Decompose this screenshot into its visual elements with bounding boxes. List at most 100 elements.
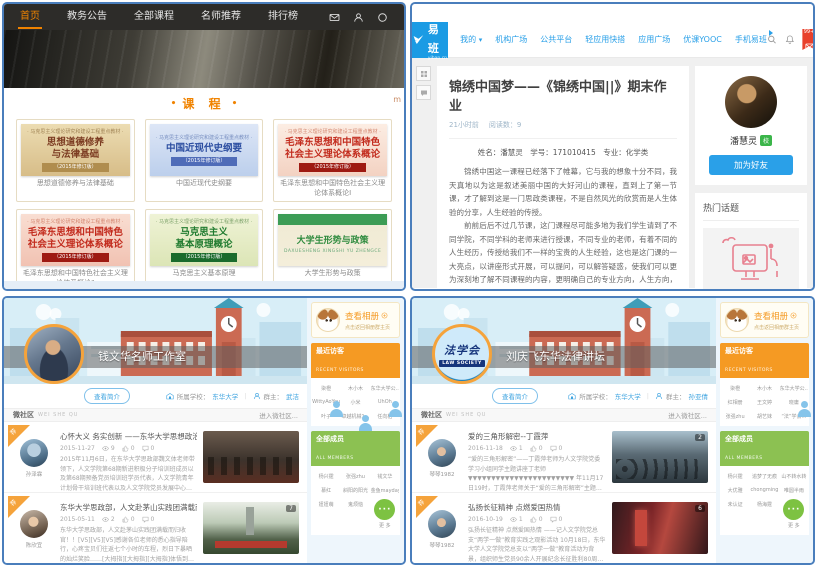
comments-icon[interactable] — [142, 445, 149, 452]
nav-item-announcements[interactable]: 教务公告 — [67, 4, 107, 30]
nav-item-home[interactable]: 首页 — [20, 4, 40, 30]
visitor-item[interactable]: 王文婷 — [750, 397, 778, 406]
comments-icon[interactable] — [142, 516, 149, 523]
course-card[interactable]: · 马克思主义理论研究和建设工程重点教材 · 思想道德修养 与法律基础 （201… — [16, 119, 135, 202]
view-intro-button[interactable]: 查看简介 — [84, 388, 130, 404]
cover-edition: （2015年修订版） — [171, 253, 238, 262]
post-photo[interactable]: 7 — [203, 502, 299, 554]
school-link[interactable]: 东华大学 — [212, 391, 238, 401]
comments-toggle-icon[interactable] — [416, 85, 431, 100]
member-item[interactable]: 妞妞萌 — [312, 499, 340, 529]
enter-community-link[interactable]: 进入微社区... — [259, 410, 298, 420]
member-item[interactable]: 慕红 — [312, 485, 340, 494]
member-item[interactable]: 山不转水转 — [780, 471, 808, 480]
visitor-item[interactable]: 东华大学公... — [780, 383, 808, 392]
course-cover: · 马克思主义理论研究和建设工程重点教材 · 马克思主义 基本原理概论 （201… — [150, 214, 259, 266]
member-item[interactable]: 钱文华 — [371, 471, 399, 480]
view-intro-button[interactable]: 查看简介 — [492, 388, 538, 404]
post-photo[interactable]: 2 — [612, 431, 708, 483]
nav-item-yooc[interactable]: 优课YOOC — [683, 34, 722, 45]
member-item[interactable]: 唯圆半雨 — [780, 485, 808, 494]
member-item[interactable]: 大优雅 — [721, 485, 749, 494]
more-members-item[interactable]: ···更 多 — [780, 499, 808, 529]
visitor-item[interactable]: 木小木 — [750, 383, 778, 392]
visitor-item[interactable]: 小米 — [341, 397, 369, 406]
member-item[interactable]: 追梦了无痕 — [750, 471, 778, 480]
group-avatar[interactable]: 法学会 LAW SOCIETY — [432, 324, 492, 384]
post-title-link[interactable]: 东华大学思政部，人文赴茅山实践团满载而归收官！！ — [60, 502, 197, 513]
add-friend-button[interactable]: 加为好友 — [709, 155, 793, 175]
likes-icon[interactable] — [530, 445, 537, 452]
messages-ribbon-icon[interactable]: 99+ — [802, 29, 815, 50]
owner-link[interactable]: 孙亚倩 — [689, 391, 709, 401]
group-avatar[interactable] — [24, 324, 84, 384]
member-item[interactable]: 金鱼mayday — [371, 485, 399, 494]
nav-item-lightapp[interactable]: 轻应用快搭 — [585, 34, 625, 45]
member-item[interactable]: 未认证 — [721, 499, 749, 529]
visitor-item[interactable]: 胡艺妹 — [750, 411, 778, 420]
post-photo[interactable] — [203, 431, 299, 483]
member-item[interactable]: 杨海霆 — [750, 499, 778, 529]
member-item[interactable]: 杨兴霆 — [721, 471, 749, 480]
visitor-item[interactable]: 卓越机械1... — [341, 411, 369, 420]
views-icon — [102, 516, 109, 523]
post-time: 21小时前 — [449, 120, 479, 130]
visitor-item[interactable]: 木小木 — [341, 383, 369, 392]
member-item[interactable]: 斜阳的阳光 — [341, 485, 369, 494]
nav-item-teachers[interactable]: 名师推荐 — [201, 4, 241, 30]
visitor-item[interactable]: 晓庸 — [780, 397, 808, 406]
nav-item-app-plaza[interactable]: 应用广场 — [638, 34, 670, 45]
poster-name: 孙泽霖 — [12, 470, 56, 478]
course-card[interactable]: · 马克思主义理论研究和建设工程重点教材 · 马克思主义 基本原理概论 （201… — [145, 209, 264, 291]
visitor-item[interactable]: 柒橙 — [312, 383, 340, 392]
nav-item-mobile-yiban[interactable]: 手机易班 — [735, 34, 767, 45]
visitor-item[interactable]: WittyAoYou — [312, 397, 340, 406]
member-item[interactable]: chongming — [750, 485, 778, 494]
nav-item-public-platform[interactable]: 公共平台 — [540, 34, 572, 45]
mail-icon[interactable] — [329, 12, 340, 23]
visitor-item[interactable]: 东华大学公... — [371, 383, 399, 392]
course-card[interactable]: · 马克思主义理论研究和建设工程重点教材 · 毛泽东思想和中国特色 社会主义理论… — [16, 209, 135, 291]
nav-item-ranking[interactable]: 排行榜 — [268, 4, 298, 30]
visitor-item[interactable]: 红相册 — [721, 397, 749, 406]
school-icon — [568, 392, 576, 400]
enter-community-link[interactable]: 进入微社区... — [668, 410, 707, 420]
member-item[interactable]: 鬼烦恼 — [341, 499, 369, 529]
bell-icon[interactable] — [785, 34, 795, 45]
comments-icon[interactable] — [550, 445, 557, 452]
likes-icon[interactable] — [530, 516, 537, 523]
member-item[interactable]: 张强zhu — [341, 471, 369, 480]
owner-link[interactable]: 武洁 — [286, 391, 299, 401]
post-title-link[interactable]: 弘扬长征精神 点燃爱国热情 — [468, 502, 606, 513]
course-card[interactable]: · 马克思主义理论研究和建设工程重点教材 · 毛泽东思想和中国特色 社会主义理论… — [273, 119, 392, 202]
school-link[interactable]: 东华大学 — [615, 391, 641, 401]
search-icon[interactable] — [377, 12, 388, 23]
post-photo[interactable]: 6 — [612, 502, 708, 554]
post-title-link[interactable]: 爱的三角形解密--丁霞萍 — [468, 431, 606, 442]
user-icon[interactable] — [353, 12, 364, 23]
layout-toggle-icon[interactable] — [416, 66, 431, 81]
view-album-card[interactable]: 查看相册 点击返回相册群主页 — [720, 302, 809, 338]
author-avatar[interactable] — [725, 76, 777, 128]
yiban-logo[interactable]: 易班 yiban.cn — [412, 22, 448, 58]
more-members-item[interactable]: ···更 多 — [371, 499, 399, 529]
course-card[interactable]: 大学生形势与政策 DAXUESHENG XINGSHI YU ZHENGCE 大… — [273, 209, 392, 291]
nav-item-mine[interactable]: 我的 ▾ — [460, 34, 482, 45]
view-album-card[interactable]: 查看相册 点击返回相册群主页 — [311, 302, 400, 338]
visitor-item[interactable]: 柒橙 — [721, 383, 749, 392]
nav-item-all-courses[interactable]: 全部课程 — [134, 4, 174, 30]
course-card[interactable]: · 马克思主义理论研究和建设工程重点教材 · 中国近现代史纲要 （2015年修订… — [145, 119, 264, 202]
owner-icon — [253, 392, 261, 400]
likes-icon[interactable] — [122, 516, 129, 523]
cover-tagline: · 马克思主义理论研究和建设工程重点教材 · — [284, 128, 380, 135]
post-title-link[interactable]: 心怀大义 务实创新 ——东华大学思想政治理论实践教育活动 — [60, 431, 197, 442]
top-whitespace — [412, 4, 813, 22]
nav-item-org-plaza[interactable]: 机构广场 — [495, 34, 527, 45]
likes-icon[interactable] — [122, 445, 129, 452]
more-link[interactable]: m — [393, 95, 401, 104]
comments-icon[interactable] — [550, 516, 557, 523]
visitor-item[interactable]: UhOh — [371, 397, 399, 406]
visitor-item[interactable]: 张强zhu — [721, 411, 749, 420]
owner-icon — [655, 392, 663, 400]
member-item[interactable]: 杨兴霆 — [312, 471, 340, 480]
